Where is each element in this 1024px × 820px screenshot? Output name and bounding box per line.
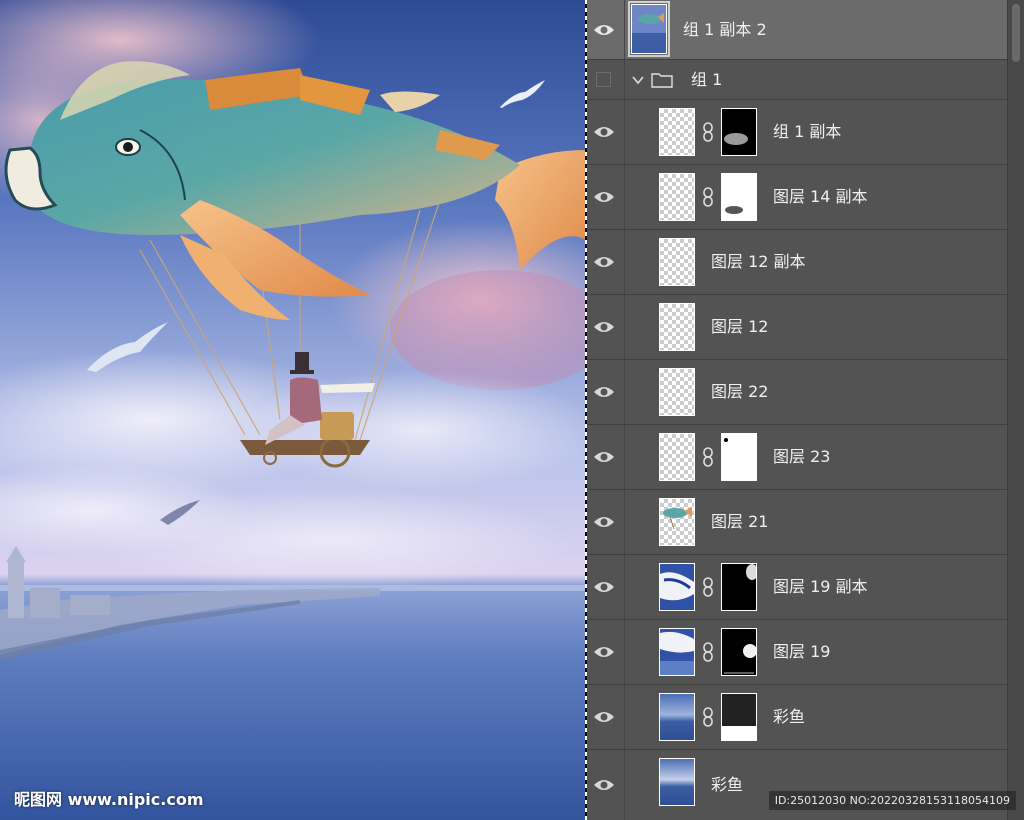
- eye-icon: [594, 192, 614, 202]
- layer-thumbnail: [659, 303, 695, 351]
- layer-name: 图层 23: [773, 447, 831, 466]
- layer-thumbnail: [659, 563, 695, 611]
- visibility-toggle[interactable]: [587, 750, 625, 820]
- layer-mask-thumbnail[interactable]: [721, 693, 757, 741]
- layer-thumbnail: [659, 108, 695, 156]
- layer-thumbnail: [659, 173, 695, 221]
- eye-icon: [594, 257, 614, 267]
- link-icon[interactable]: [701, 577, 715, 597]
- layer-row-layer-23[interactable]: 图层 23: [587, 425, 1007, 490]
- eye-icon: [594, 322, 614, 332]
- visibility-toggle[interactable]: [587, 555, 625, 619]
- layer-row-layer-12[interactable]: 图层 12: [587, 295, 1007, 360]
- hidden-visibility-box: [596, 71, 611, 87]
- eye-icon: [594, 647, 614, 657]
- layer-thumbnail: [659, 628, 695, 676]
- layer-row-layer-14-copy[interactable]: 图层 14 副本: [587, 165, 1007, 230]
- layer-thumbnail: [659, 498, 695, 546]
- eye-icon: [594, 24, 614, 35]
- panel-scrollbar[interactable]: [1007, 0, 1024, 820]
- id-watermark: ID:25012030 NO:20220328153118054109: [768, 791, 1016, 810]
- document-canvas[interactable]: 昵图网 www.nipic.com: [0, 0, 586, 820]
- layers-panel: 组 1 副本 2 组 1 组 1 副本 图层 14 副本 图层 12 副本 图层…: [587, 0, 1024, 820]
- visibility-toggle[interactable]: [587, 490, 625, 554]
- eye-icon: [594, 387, 614, 397]
- eye-icon: [594, 517, 614, 527]
- link-icon[interactable]: [701, 447, 715, 467]
- eye-icon: [594, 780, 614, 790]
- layer-row-layer-21[interactable]: 图层 21: [587, 490, 1007, 555]
- nipic-watermark: 昵图网 www.nipic.com: [14, 790, 204, 809]
- layer-name: 图层 22: [711, 382, 769, 401]
- layer-thumbnail: [628, 1, 670, 57]
- layer-name: 图层 12: [711, 317, 769, 336]
- layer-row-group-1-copy-2[interactable]: 组 1 副本 2: [587, 0, 1007, 60]
- layer-row-group-1[interactable]: 组 1: [587, 60, 1007, 100]
- link-icon[interactable]: [701, 642, 715, 662]
- artwork-image: [0, 0, 586, 820]
- eye-icon: [594, 127, 614, 137]
- visibility-toggle[interactable]: [587, 0, 625, 59]
- layer-row-layer-12-copy[interactable]: 图层 12 副本: [587, 230, 1007, 295]
- layer-mask-thumbnail[interactable]: [721, 628, 757, 676]
- layer-name: 彩鱼: [711, 775, 744, 794]
- layer-mask-thumbnail[interactable]: [721, 108, 757, 156]
- layer-mask-thumbnail[interactable]: [721, 173, 757, 221]
- layer-row-caiyu-masked[interactable]: 彩鱼: [587, 685, 1007, 750]
- visibility-toggle[interactable]: [587, 60, 625, 99]
- eye-icon: [594, 582, 614, 592]
- link-icon[interactable]: [701, 122, 715, 142]
- layer-name: 图层 12 副本: [711, 252, 806, 271]
- visibility-toggle[interactable]: [587, 360, 625, 424]
- visibility-toggle[interactable]: [587, 100, 625, 164]
- layer-name: 图层 14 副本: [773, 187, 868, 206]
- layer-name: 组 1: [691, 70, 723, 89]
- folder-icon: [651, 73, 673, 88]
- layer-mask-thumbnail[interactable]: [721, 433, 757, 481]
- link-icon[interactable]: [701, 707, 715, 727]
- layer-name: 彩鱼: [773, 707, 806, 726]
- eye-icon: [594, 712, 614, 722]
- layer-row-layer-19[interactable]: 图层 19: [587, 620, 1007, 685]
- eye-icon: [594, 452, 614, 462]
- layer-thumbnail: [659, 433, 695, 481]
- layer-row-layer-19-copy[interactable]: 图层 19 副本: [587, 555, 1007, 620]
- visibility-toggle[interactable]: [587, 295, 625, 359]
- scrollbar-thumb[interactable]: [1012, 4, 1020, 62]
- layer-name: 组 1 副本 2: [683, 20, 767, 39]
- visibility-toggle[interactable]: [587, 425, 625, 489]
- layer-row-group-1-copy[interactable]: 组 1 副本: [587, 100, 1007, 165]
- layer-name: 图层 19: [773, 642, 831, 661]
- layer-row-layer-22[interactable]: 图层 22: [587, 360, 1007, 425]
- layer-name: 图层 19 副本: [773, 577, 868, 596]
- visibility-toggle[interactable]: [587, 230, 625, 294]
- visibility-toggle[interactable]: [587, 620, 625, 684]
- layer-thumbnail: [659, 693, 695, 741]
- visibility-toggle[interactable]: [587, 165, 625, 229]
- chevron-down-icon[interactable]: [631, 73, 645, 87]
- layer-name: 图层 21: [711, 512, 769, 531]
- layer-thumbnail: [659, 758, 695, 806]
- layer-thumbnail: [659, 238, 695, 286]
- layer-name: 组 1 副本: [773, 122, 842, 141]
- link-icon[interactable]: [701, 187, 715, 207]
- layer-thumbnail: [659, 368, 695, 416]
- layer-mask-thumbnail[interactable]: [721, 563, 757, 611]
- visibility-toggle[interactable]: [587, 685, 625, 749]
